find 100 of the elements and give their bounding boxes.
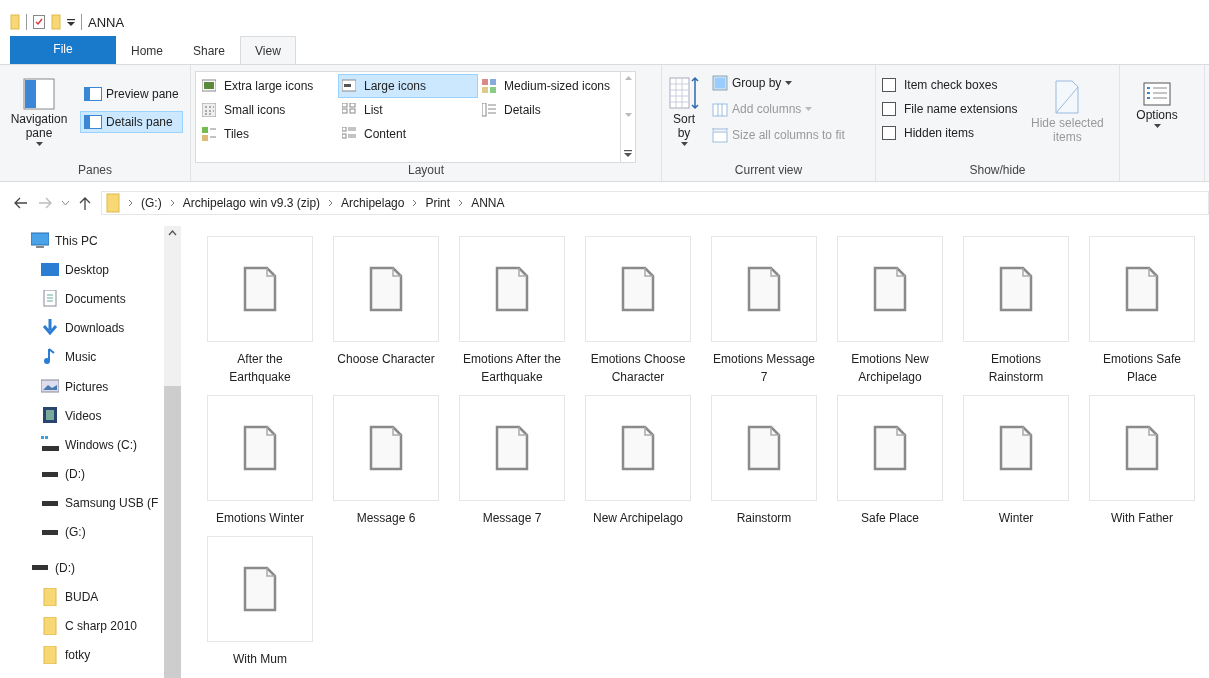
- pane-icon: [84, 87, 102, 101]
- scroll-down-icon: [624, 113, 632, 117]
- video-icon: [41, 406, 59, 425]
- layout-option[interactable]: Tiles: [198, 122, 338, 146]
- chevron-icon: [328, 199, 334, 207]
- ribbon-tab[interactable]: Share: [178, 36, 241, 64]
- nav-item[interactable]: Windows (C:): [41, 430, 137, 460]
- nav-item[interactable]: Music: [41, 342, 97, 372]
- nav-item[interactable]: Desktop: [41, 255, 110, 285]
- view-icon: [202, 127, 216, 141]
- scrollbar[interactable]: [164, 226, 181, 678]
- navigation-pane-icon: [23, 78, 55, 110]
- folder-icon: [41, 587, 59, 606]
- file-icon: [747, 266, 781, 312]
- view-icon: [482, 79, 496, 93]
- view-icon: [482, 103, 496, 117]
- chevron-icon: [412, 199, 418, 207]
- back-icon: [14, 197, 28, 209]
- chevron-icon: [128, 199, 133, 207]
- nav-item[interactable]: This PC: [31, 226, 98, 256]
- nav-item[interactable]: Samsung USB (F: [41, 488, 159, 518]
- pane-icon: [84, 115, 102, 129]
- desktop-icon: [41, 260, 59, 279]
- view-icon: [342, 127, 356, 141]
- nav-item[interactable]: Videos: [41, 401, 102, 431]
- nav-item[interactable]: (D:): [31, 553, 75, 583]
- options-button[interactable]: Options: [1124, 69, 1190, 181]
- nav-item[interactable]: Pictures: [41, 371, 109, 402]
- breadcrumb[interactable]: Print: [425, 196, 451, 210]
- file-icon: [1125, 425, 1159, 471]
- layout-option[interactable]: Large icons: [338, 74, 478, 98]
- caret-icon: [805, 107, 813, 111]
- nav-item[interactable]: BUDA: [41, 582, 99, 612]
- pane-button[interactable]: Details pane: [80, 111, 183, 133]
- checkbox[interactable]: File name extensions: [880, 99, 1020, 119]
- nav-item[interactable]: (G:): [41, 517, 86, 548]
- nav-item[interactable]: Downloads: [41, 313, 125, 343]
- folder-icon: [41, 617, 59, 636]
- customize-icon: [67, 18, 75, 26]
- file-icon: [495, 425, 529, 471]
- computer-icon: [31, 231, 49, 250]
- ribbon-tab[interactable]: Home: [116, 36, 178, 64]
- group-label: Panes: [77, 163, 113, 179]
- drive-icon: [32, 565, 48, 571]
- folder-icon: [106, 193, 120, 213]
- scroll-thumb[interactable]: [164, 386, 181, 678]
- caret-icon: [785, 81, 793, 85]
- nav-item[interactable]: Documents: [41, 284, 126, 314]
- drive-icon: [42, 471, 58, 477]
- breadcrumb[interactable]: (G:): [141, 196, 162, 210]
- file-icon: [873, 266, 907, 312]
- scroll-up-icon[interactable]: [168, 230, 177, 236]
- breadcrumb[interactable]: ANNA: [471, 196, 505, 210]
- nav-item[interactable]: fotky: [41, 640, 91, 670]
- sort-icon: [669, 76, 699, 110]
- view-icon: [342, 79, 356, 93]
- forward-icon: [38, 197, 52, 209]
- file-icon: [1125, 266, 1159, 312]
- more-icon: [624, 150, 632, 158]
- file-icon: [747, 425, 781, 471]
- ribbon-tab[interactable]: File: [10, 36, 116, 64]
- options-icon: [1143, 82, 1171, 106]
- layout-option[interactable]: Small icons: [198, 98, 338, 122]
- up-icon: [79, 196, 91, 210]
- scroll-up-icon: [624, 76, 632, 80]
- layout-option[interactable]: Medium-sized icons: [478, 74, 618, 98]
- view-icon: [202, 79, 216, 93]
- file-icon: [243, 425, 277, 471]
- nav-item[interactable]: (D:): [41, 459, 85, 489]
- folder-icon: [10, 14, 20, 30]
- document-icon: [41, 289, 59, 308]
- chevron-icon: [169, 199, 175, 207]
- navigation-pane-button[interactable]: Navigation pane: [4, 69, 74, 163]
- breadcrumb[interactable]: Archipelago win v9.3 (zip): [182, 196, 321, 210]
- group-label: Show/hide: [968, 163, 1027, 179]
- sort-button[interactable]: Sort by: [666, 69, 702, 163]
- caret-icon: [35, 142, 43, 146]
- caret-icon: [1153, 124, 1161, 128]
- nav-item[interactable]: C sharp 2010: [41, 611, 138, 641]
- breadcrumb[interactable]: Archipelago: [341, 196, 405, 210]
- file-icon: [621, 425, 655, 471]
- checkbox[interactable]: Hidden items: [880, 123, 1020, 143]
- pane-button[interactable]: Preview pane: [80, 83, 183, 105]
- folder-icon: [41, 646, 59, 665]
- window-title: ANNA: [88, 14, 125, 30]
- group-label: Current view: [733, 163, 804, 179]
- view-icon: [202, 103, 216, 117]
- file-icon: [369, 425, 403, 471]
- layout-option[interactable]: Details: [478, 98, 618, 122]
- checkbox[interactable]: Item check boxes: [880, 75, 1020, 95]
- address-field[interactable]: (G:) Archipelago win v9.3 (zip) Archipelago Print ANNA: [101, 191, 1209, 215]
- ribbon-tab[interactable]: View: [240, 36, 296, 64]
- ribbon-button[interactable]: Group by: [708, 73, 849, 93]
- layout-option[interactable]: List: [338, 98, 478, 122]
- layout-option[interactable]: Content: [338, 122, 478, 146]
- recent-dropdown-icon: [62, 200, 69, 206]
- file-icon: [999, 425, 1033, 471]
- file-icon: [369, 266, 403, 312]
- layout-option[interactable]: Extra large icons: [198, 74, 338, 98]
- chevron-icon: [458, 199, 464, 207]
